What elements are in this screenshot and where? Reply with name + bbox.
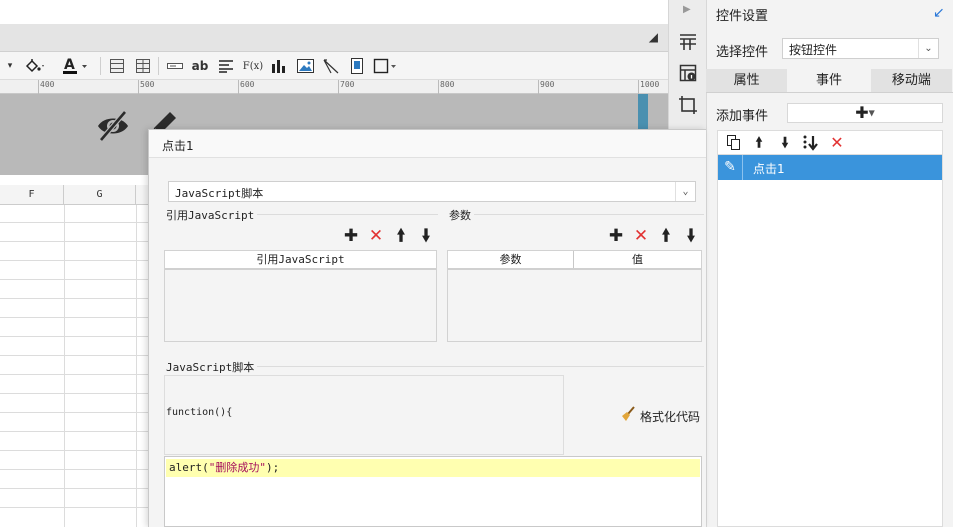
ruler-label: 700: [340, 80, 355, 89]
move-param-down-icon[interactable]: 🠛: [681, 226, 701, 246]
column-f-header[interactable]: F: [0, 185, 64, 205]
border-icon[interactable]: [372, 56, 398, 76]
event-type-value: JavaScript脚本: [175, 187, 264, 200]
hidden-eye-icon[interactable]: [95, 108, 131, 144]
event-item-label: 点击1: [753, 162, 785, 176]
textbox-icon[interactable]: [166, 56, 184, 76]
chevron-down-icon[interactable]: ⌄: [675, 182, 695, 201]
sheet-tab-bar: ◢: [0, 24, 668, 52]
tab-events[interactable]: 事件: [788, 69, 871, 92]
text-icon[interactable]: ab: [190, 56, 210, 76]
panel-tabs: 属性 事件 移动端: [706, 69, 953, 93]
plus-icon: ✚: [855, 103, 869, 122]
horizontal-ruler: 400 500 600 700 800 900 1000: [0, 80, 668, 94]
svg-text:A: A: [64, 57, 75, 73]
broom-icon: [620, 406, 636, 426]
add-event-button[interactable]: ✚▼: [787, 103, 943, 123]
ref-js-column-header[interactable]: 引用JavaScript: [165, 251, 436, 268]
spreadsheet-area: [0, 175, 148, 527]
dialog-title: 点击1: [162, 139, 194, 153]
event-list-toolbar: 🠙 🠛 ✕: [717, 130, 943, 154]
code-editor[interactable]: alert("删除成功");: [164, 456, 702, 527]
tab-mobile[interactable]: 移动端: [870, 69, 953, 92]
crop-frame-icon[interactable]: [679, 96, 697, 117]
tab-menu-icon[interactable]: ◢: [649, 30, 658, 44]
delete-icon[interactable]: ✕: [828, 134, 846, 152]
ruler-label: 600: [240, 80, 255, 89]
collapse-arrow-icon[interactable]: ▶: [683, 4, 691, 15]
function-header-text: function(){: [166, 407, 233, 418]
split-cells-icon[interactable]: [134, 56, 152, 76]
delete-param-icon[interactable]: ✕: [631, 226, 651, 246]
formula-icon[interactable]: F(x): [242, 56, 264, 76]
select-widget-label: 选择控件: [716, 45, 769, 60]
caret-down-icon: ▼: [868, 108, 875, 118]
widget-select[interactable]: 按钮控件 ⌄: [782, 38, 939, 59]
code-string-literal: "删除成功": [208, 461, 266, 474]
panel-title: 控件设置: [716, 9, 769, 24]
tab-properties[interactable]: 属性: [706, 69, 789, 92]
ref-js-group-label: 引用JavaScript: [166, 207, 258, 223]
params-group-label: 参数: [449, 207, 474, 223]
column-g-header[interactable]: G: [64, 185, 136, 205]
move-down-icon[interactable]: 🠛: [776, 134, 794, 152]
format-code-label: 格式化代码: [640, 409, 701, 424]
dropdown-caret-icon[interactable]: ▾: [4, 56, 16, 76]
edit-pencil-icon[interactable]: ✎: [718, 155, 743, 180]
move-ref-down-icon[interactable]: 🠛: [416, 226, 436, 246]
ruler-label: 800: [440, 80, 455, 89]
pin-arrow-icon[interactable]: ↙: [933, 5, 945, 21]
event-list-item[interactable]: ✎ 点击1: [718, 155, 942, 180]
fill-color-icon[interactable]: [22, 56, 48, 76]
top-area: [0, 0, 668, 24]
ruler-label: 900: [540, 80, 555, 89]
add-param-icon[interactable]: ✚: [606, 226, 626, 246]
widget-select-value: 按钮控件: [789, 43, 838, 57]
align-left-icon[interactable]: [216, 56, 236, 76]
param-value-column-header[interactable]: 值: [574, 251, 701, 268]
toolbar-separator: [100, 57, 101, 75]
format-code-button[interactable]: 格式化代码: [620, 406, 700, 426]
bar-chart-icon[interactable]: [270, 56, 288, 76]
move-bottom-icon[interactable]: [801, 134, 819, 152]
add-ref-icon[interactable]: ✚: [341, 226, 361, 246]
event-list: [717, 154, 943, 527]
dialog-titlebar: 点击1: [149, 130, 706, 158]
page-icon[interactable]: [348, 56, 366, 76]
params-table: 参数 值: [447, 250, 702, 342]
ruler-label: 500: [140, 80, 155, 89]
toolbar-separator: [158, 57, 159, 75]
param-name-column-header[interactable]: 参数: [448, 251, 574, 268]
layout-grid-icon[interactable]: [679, 33, 697, 54]
move-up-icon[interactable]: 🠙: [750, 134, 768, 152]
format-toolbar: ▾ A ab F(x): [0, 52, 668, 80]
component-info-icon[interactable]: [679, 64, 697, 85]
script-group-label: JavaScript脚本: [166, 359, 258, 375]
font-color-icon[interactable]: A: [60, 56, 90, 76]
image-icon[interactable]: [296, 56, 314, 76]
move-ref-up-icon[interactable]: 🠙: [391, 226, 411, 246]
event-type-select[interactable]: JavaScript脚本 ⌄: [168, 181, 696, 202]
ruler-label: 1000: [640, 80, 660, 89]
copy-icon[interactable]: [724, 134, 742, 152]
delete-ref-icon[interactable]: ✕: [366, 226, 386, 246]
chevron-down-icon[interactable]: ⌄: [918, 39, 938, 58]
ref-js-table: 引用JavaScript: [164, 250, 437, 342]
ruler-label: 400: [40, 80, 55, 89]
merge-cells-icon[interactable]: [108, 56, 126, 76]
code-line[interactable]: alert("删除成功");: [166, 459, 700, 477]
slash-line-icon[interactable]: [322, 56, 340, 76]
add-event-label: 添加事件: [716, 109, 769, 124]
column-header: F G: [0, 185, 148, 205]
move-param-up-icon[interactable]: 🠙: [656, 226, 676, 246]
